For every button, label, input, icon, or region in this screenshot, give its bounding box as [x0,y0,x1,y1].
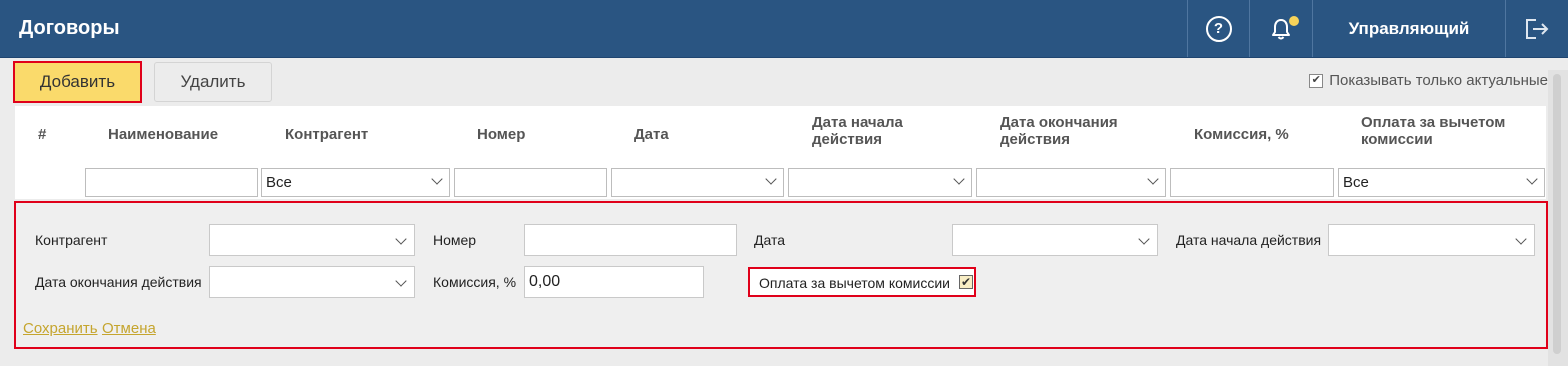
net-payment-checkbox[interactable]: ✔ [959,275,973,289]
user-name: Управляющий [1348,18,1470,38]
delete-button[interactable]: Удалить [154,62,272,102]
page-title: Договоры [19,17,120,39]
chevron-down-icon [1147,173,1159,185]
filter-date-select[interactable] [611,168,784,197]
filter-name-input[interactable] [85,168,258,197]
end-date-select[interactable] [209,266,415,298]
filter-net-payment-value: Все [1343,174,1369,191]
logout-button[interactable] [1506,0,1568,57]
cancel-link[interactable]: Отмена [102,320,156,337]
end-date-label: Дата окончания действия [35,274,202,290]
net-payment-label: Оплата за вычетом комиссии [759,275,950,291]
only-actual-label: Показывать только актуальные [1329,72,1548,89]
notifications-button[interactable] [1250,0,1312,57]
logout-icon [1526,18,1549,39]
chevron-down-icon [395,275,407,287]
date-select[interactable] [952,224,1158,256]
scrollbar-thumb[interactable] [1553,74,1561,354]
column-header-end-date[interactable]: Дата окончания действия [1000,114,1140,148]
start-date-select[interactable] [1328,224,1535,256]
chevron-down-icon [1515,233,1527,245]
save-link[interactable]: Сохранить [23,320,98,337]
chevron-down-icon [953,173,965,185]
filter-start-date-select[interactable] [788,168,972,197]
commission-label: Комиссия, % [433,274,517,290]
filter-number-input[interactable] [454,168,607,197]
filter-end-date-select[interactable] [976,168,1166,197]
column-header-index[interactable]: # [38,126,46,143]
only-actual-checkbox[interactable]: ✔ [1309,73,1324,88]
chevron-down-icon [1526,173,1538,185]
top-bar: Договоры ? Управляющий [0,0,1568,58]
column-header-net-payment[interactable]: Оплата за вычетом комиссии [1361,114,1521,148]
user-menu-button[interactable]: Управляющий [1313,0,1505,57]
help-icon: ? [1205,15,1232,42]
edit-form: Контрагент Номер Дата Дата начала действ… [14,201,1548,349]
toolbar: Добавить Удалить ✔ Показывать только акт… [0,58,1568,106]
filter-net-payment-select[interactable]: Все [1338,168,1545,197]
add-button[interactable]: Добавить [13,61,142,103]
column-header-counterparty[interactable]: Контрагент [285,126,368,143]
counterparty-label: Контрагент [35,232,108,248]
net-payment-field: Оплата за вычетом комиссии ✔ [748,267,976,297]
only-actual-toggle[interactable]: ✔ Показывать только актуальные [1309,72,1548,89]
chevron-down-icon [1138,233,1150,245]
column-header-start-date[interactable]: Дата начала действия [812,114,952,148]
counterparty-select[interactable] [209,224,415,256]
chevron-down-icon [431,173,443,185]
chevron-down-icon [395,233,407,245]
filter-counterparty-value: Все [266,174,292,191]
column-header-date[interactable]: Дата [634,126,669,143]
number-input[interactable] [524,224,737,256]
filter-commission-input[interactable] [1170,168,1334,197]
start-date-label: Дата начала действия [1176,232,1322,248]
notification-dot [1289,16,1299,26]
help-button[interactable]: ? [1188,0,1249,57]
column-header-number[interactable]: Номер [477,126,525,143]
chevron-down-icon [765,173,777,185]
number-label: Номер [433,232,477,248]
contracts-grid: # Наименование Контрагент Номер Дата Дат… [15,106,1546,199]
commission-input[interactable]: 0,00 [524,266,704,298]
date-label: Дата [754,232,786,248]
column-header-name[interactable]: Наименование [108,126,218,143]
filter-counterparty-select[interactable]: Все [261,168,450,197]
column-header-commission[interactable]: Комиссия, % [1194,126,1289,143]
